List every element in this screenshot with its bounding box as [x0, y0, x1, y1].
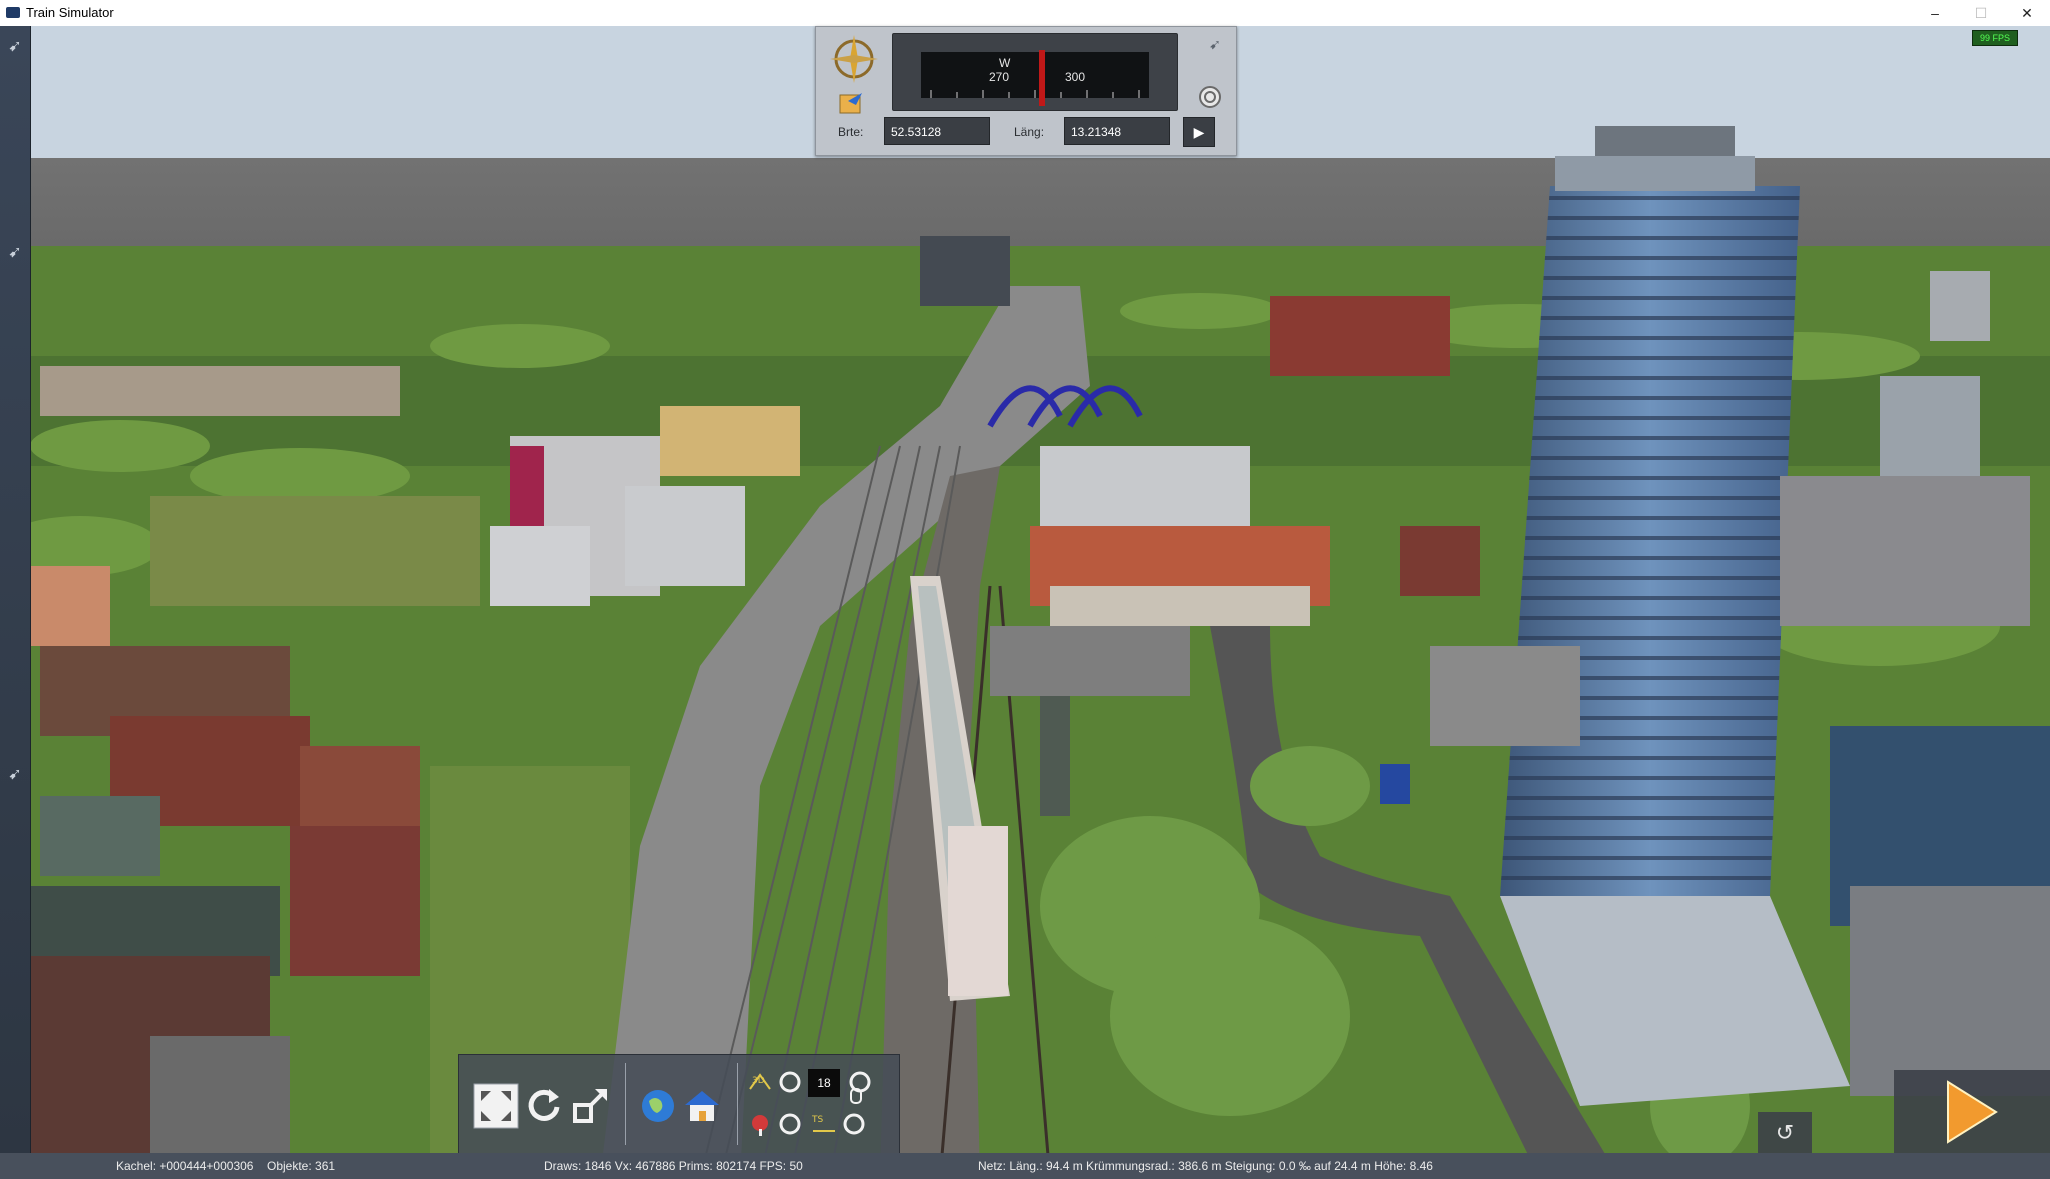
- heading-tick: 300: [1065, 70, 1086, 84]
- svg-text:TS: TS: [811, 1115, 823, 1125]
- window-title: Train Simulator: [26, 5, 114, 20]
- go-to-coordinates-button[interactable]: ▶: [1183, 117, 1215, 147]
- render-stats: Draws: 1846 Vx: 467886 Prims: 802174 FPS…: [544, 1159, 803, 1173]
- lock-icon[interactable]: ↺: [1758, 1112, 1812, 1154]
- svg-text:3D: 3D: [752, 1076, 765, 1086]
- pin-icon[interactable]: ➹: [4, 242, 26, 264]
- heading-strip: [921, 52, 1149, 98]
- scene-viewport[interactable]: [0, 26, 2050, 1179]
- latitude-label: Brte:: [838, 125, 864, 139]
- target-icon[interactable]: [1198, 85, 1222, 109]
- fullscreen-icon[interactable]: [473, 1083, 519, 1129]
- pin-icon[interactable]: ➹: [4, 764, 26, 786]
- app-icon: [6, 7, 20, 18]
- rotate-icon[interactable]: [521, 1083, 567, 1129]
- maximize-button[interactable]: ☐: [1958, 0, 2004, 26]
- counter-display: 18: [808, 1069, 840, 1097]
- object-count: Objekte: 361: [267, 1159, 336, 1173]
- radio-icon[interactable]: [777, 1111, 803, 1137]
- radio-icon[interactable]: [777, 1069, 803, 1095]
- longitude-label: Läng:: [1014, 125, 1045, 139]
- hand-icon[interactable]: [843, 1083, 869, 1109]
- left-tool-strip: ➹ ➹ ➹: [0, 26, 31, 1154]
- latitude-field[interactable]: 52.53128: [884, 117, 990, 145]
- home-icon[interactable]: [679, 1083, 725, 1129]
- tile-info: Kachel: +000444+000306: [116, 1159, 254, 1173]
- toolbar-separator: [625, 1063, 626, 1145]
- status-bar: Kachel: +000444+000306 Objekte: 361 Draw…: [0, 1153, 2050, 1179]
- resize-icon[interactable]: [569, 1083, 615, 1129]
- compass-rose-icon[interactable]: [826, 31, 882, 87]
- compass-panel: W 270 300 ➹ Brte: 52.53128 Läng: 13.2134…: [815, 26, 1237, 156]
- bottom-toolbar: 3D 18 TS: [458, 1054, 900, 1158]
- heading-indicator: W 270 300: [892, 33, 1178, 111]
- pin-icon[interactable]: ➹: [1204, 33, 1226, 55]
- heading-tick: 270: [989, 70, 1010, 84]
- network-info: Netz: Läng.: 94.4 m Krümmungsrad.: 386.6…: [978, 1159, 1433, 1173]
- longitude-field[interactable]: 13.21348: [1064, 117, 1170, 145]
- play-button[interactable]: [1894, 1070, 2050, 1154]
- globe-icon[interactable]: [635, 1083, 681, 1129]
- heading-cardinal: W: [999, 56, 1011, 70]
- toolbar-separator: [737, 1063, 738, 1145]
- locate-icon[interactable]: [836, 89, 866, 117]
- ts-icon[interactable]: TS: [811, 1111, 837, 1137]
- radio-icon[interactable]: [841, 1111, 867, 1137]
- heading-needle: [1039, 50, 1045, 106]
- title-bar: Train Simulator – ☐ ✕: [0, 0, 2050, 27]
- 3d-view-icon[interactable]: 3D: [747, 1069, 773, 1095]
- signal-icon[interactable]: [747, 1111, 773, 1137]
- minimize-button[interactable]: –: [1912, 0, 1958, 26]
- fps-badge: 99 FPS: [1972, 30, 2018, 46]
- pin-icon[interactable]: ➹: [4, 36, 26, 58]
- close-button[interactable]: ✕: [2004, 0, 2050, 26]
